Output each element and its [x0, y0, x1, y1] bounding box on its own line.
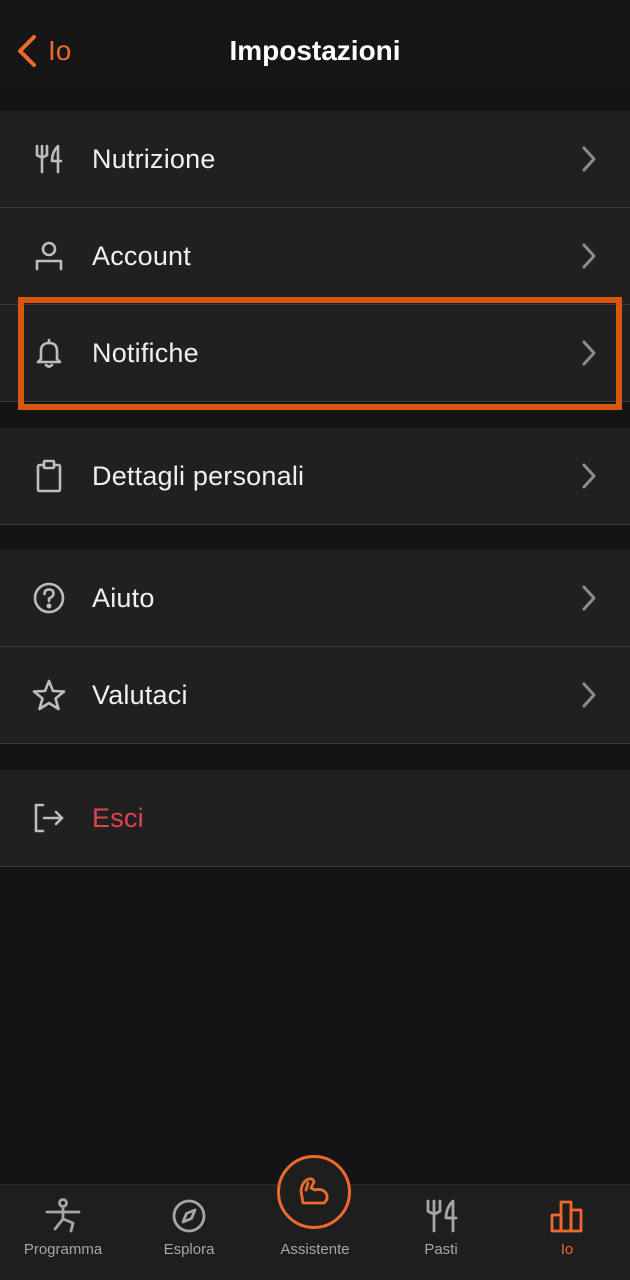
- fork-knife-icon: [30, 140, 68, 178]
- tab-label: Io: [560, 1241, 574, 1258]
- flexed-arm-icon: [299, 1177, 329, 1205]
- chevron-right-icon: [582, 243, 596, 269]
- chevron-right-icon: [582, 146, 596, 172]
- tab-label: Assistente: [280, 1241, 350, 1258]
- settings-group-personal: Dettagli personali: [0, 428, 630, 525]
- settings-row-label: Valutaci: [92, 679, 188, 710]
- chevron-right-icon: [582, 682, 596, 708]
- chevron-right-icon: [582, 340, 596, 366]
- navigation-bar: Io Impostazioni: [0, 0, 630, 87]
- settings-row-label: Esci: [92, 802, 144, 833]
- tab-esplora[interactable]: Esplora: [126, 1185, 252, 1280]
- settings-row-label: Nutrizione: [92, 143, 216, 174]
- settings-row-account[interactable]: Account: [0, 208, 630, 305]
- chevron-right-icon: [582, 463, 596, 489]
- compass-icon: [172, 1199, 206, 1233]
- settings-row-esci[interactable]: Esci: [0, 770, 630, 867]
- tab-label: Programma: [23, 1241, 103, 1258]
- settings-group-main: Nutrizione Account Notifiche: [0, 111, 630, 402]
- settings-group-logout: Esci: [0, 770, 630, 867]
- user-icon: [30, 237, 68, 275]
- clipboard-icon: [30, 457, 68, 495]
- settings-group-support: Aiuto Valutaci: [0, 550, 630, 744]
- page-title: Impostazioni: [229, 35, 401, 66]
- tab-programma[interactable]: Programma: [0, 1185, 126, 1280]
- bell-icon: [30, 334, 68, 372]
- tab-label: Esplora: [163, 1241, 215, 1258]
- settings-row-label: Notifiche: [92, 337, 199, 368]
- settings-row-label: Dettagli personali: [92, 460, 305, 491]
- tab-io[interactable]: Io: [504, 1185, 630, 1280]
- fork-knife-icon: [426, 1199, 458, 1233]
- tab-label: Pasti: [424, 1241, 458, 1258]
- settings-row-notifiche[interactable]: Notifiche: [0, 305, 630, 402]
- assistant-fab-button[interactable]: [277, 1155, 351, 1229]
- settings-row-dettagli-personali[interactable]: Dettagli personali: [0, 428, 630, 525]
- yoga-pose-icon: [45, 1198, 81, 1233]
- chevron-right-icon: [582, 585, 596, 611]
- settings-row-nutrizione[interactable]: Nutrizione: [0, 111, 630, 208]
- logout-icon: [30, 799, 68, 837]
- settings-row-valutaci[interactable]: Valutaci: [0, 647, 630, 744]
- settings-row-aiuto[interactable]: Aiuto: [0, 550, 630, 647]
- settings-row-label: Aiuto: [92, 582, 155, 613]
- bar-chart-icon: [550, 1200, 583, 1233]
- question-icon: [30, 579, 68, 617]
- star-icon: [30, 676, 68, 714]
- settings-row-label: Account: [92, 240, 191, 271]
- tab-pasti[interactable]: Pasti: [378, 1185, 504, 1280]
- settings-screen: Io Impostazioni Nutrizione Account Notif…: [0, 0, 630, 1280]
